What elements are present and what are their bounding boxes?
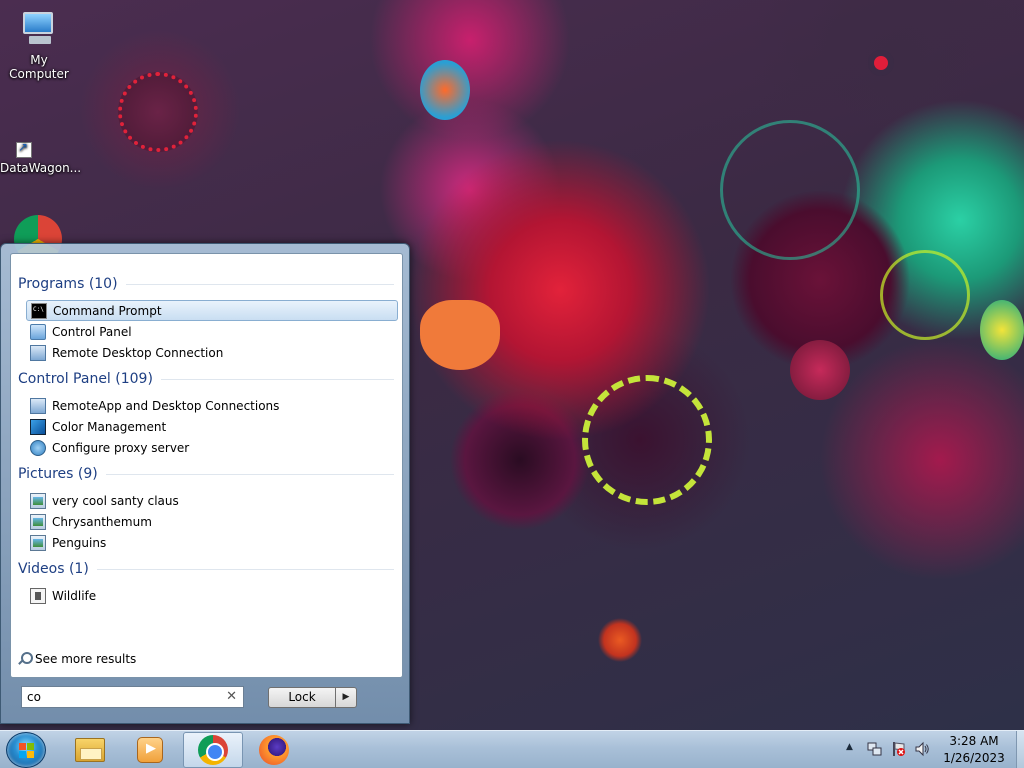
group-header-pictures[interactable]: Pictures (9) (18, 466, 394, 482)
wallpaper-ornament (868, 50, 894, 76)
result-label: Configure proxy server (52, 440, 190, 455)
result-label: RemoteApp and Desktop Connections (52, 398, 280, 413)
result-picture[interactable]: Penguins (26, 532, 398, 553)
taskbar-firefox[interactable] (244, 732, 304, 768)
group-header-videos[interactable]: Videos (1) (18, 561, 394, 577)
start-search-input[interactable]: co ✕ (21, 686, 244, 708)
lock-button[interactable]: Lock (268, 687, 336, 708)
show-desktop-button[interactable] (1016, 731, 1024, 768)
chrome-icon (198, 735, 228, 765)
result-picture[interactable]: Chrysanthemum (26, 511, 398, 532)
wallpaper-ornament (118, 72, 198, 152)
see-more-label: See more results (35, 652, 137, 666)
wallpaper-ornament (980, 300, 1024, 360)
proxy-server-icon (30, 439, 46, 456)
desktop-icon-datawagon[interactable]: DataWagon... (0, 140, 82, 175)
search-results-pane: Programs (10) Command Prompt Control Pan… (10, 253, 403, 678)
see-more-results-link[interactable]: See more results (17, 652, 136, 666)
network-icon[interactable] (866, 741, 882, 757)
picture-icon (30, 492, 46, 509)
volume-icon[interactable] (914, 741, 930, 757)
wallpaper-ornament (420, 300, 500, 370)
remoteapp-icon (30, 397, 46, 414)
wallpaper-ornament (880, 250, 970, 340)
wallpaper-ornament (582, 375, 712, 505)
result-video[interactable]: Wildlife (26, 585, 398, 606)
result-proxy-server[interactable]: Configure proxy server (26, 437, 398, 458)
result-color-management[interactable]: Color Management (26, 416, 398, 437)
wallpaper-ornament (420, 60, 470, 120)
result-label: Remote Desktop Connection (52, 345, 224, 360)
desktop-icon-label: My Computer (9, 53, 69, 81)
picture-icon (30, 534, 46, 551)
result-label: Color Management (52, 419, 167, 434)
computer-icon (17, 10, 61, 50)
color-management-icon (30, 418, 46, 435)
windows-logo-icon (19, 743, 35, 758)
result-remote-desktop[interactable]: Remote Desktop Connection (26, 342, 398, 363)
clock-time: 3:28 AM (949, 734, 999, 748)
group-header-programs[interactable]: Programs (10) (18, 276, 394, 292)
result-control-panel[interactable]: Control Panel (26, 321, 398, 342)
result-picture[interactable]: very cool santy claus (26, 490, 398, 511)
shortcut-icon (16, 140, 32, 158)
result-label: Chrysanthemum (52, 514, 152, 529)
result-label: Control Panel (52, 324, 132, 339)
clear-search-icon[interactable]: ✕ (226, 689, 237, 704)
clock-date: 1/26/2023 (943, 751, 1005, 765)
firefox-icon (259, 735, 289, 765)
action-center-flag-icon[interactable] (890, 741, 906, 757)
group-header-control-panel[interactable]: Control Panel (109) (18, 371, 394, 387)
result-label: Command Prompt (53, 303, 162, 318)
taskbar-media-player[interactable] (120, 732, 180, 768)
taskbar-windows-explorer[interactable] (60, 732, 120, 768)
search-icon (17, 652, 33, 666)
remote-desktop-icon (30, 344, 46, 361)
search-value: co (27, 690, 41, 704)
result-label: very cool santy claus (52, 493, 179, 508)
media-player-icon (137, 737, 163, 763)
result-label: Penguins (52, 535, 107, 550)
start-button[interactable] (6, 732, 46, 768)
taskbar-clock[interactable]: 3:28 AM 1/26/2023 (935, 733, 1013, 767)
wallpaper-ornament (790, 340, 850, 400)
taskbar-chrome[interactable] (183, 732, 243, 768)
video-icon (30, 587, 46, 604)
windows-explorer-icon (75, 738, 105, 762)
desktop-icon-label: DataWagon... (0, 161, 82, 175)
result-remoteapp[interactable]: RemoteApp and Desktop Connections (26, 395, 398, 416)
picture-icon (30, 513, 46, 530)
start-menu: Programs (10) Command Prompt Control Pan… (0, 243, 410, 724)
shutdown-options-arrow-icon[interactable]: ▶ (335, 687, 357, 708)
result-command-prompt[interactable]: Command Prompt (26, 300, 398, 321)
cmd-icon (31, 302, 47, 319)
control-panel-icon (30, 323, 46, 340)
show-hidden-icons-arrow-icon[interactable]: ▲ (846, 742, 853, 752)
wallpaper-ornament (720, 120, 860, 260)
desktop-icon-my-computer[interactable]: My Computer (0, 10, 78, 81)
result-label: Wildlife (52, 588, 97, 603)
